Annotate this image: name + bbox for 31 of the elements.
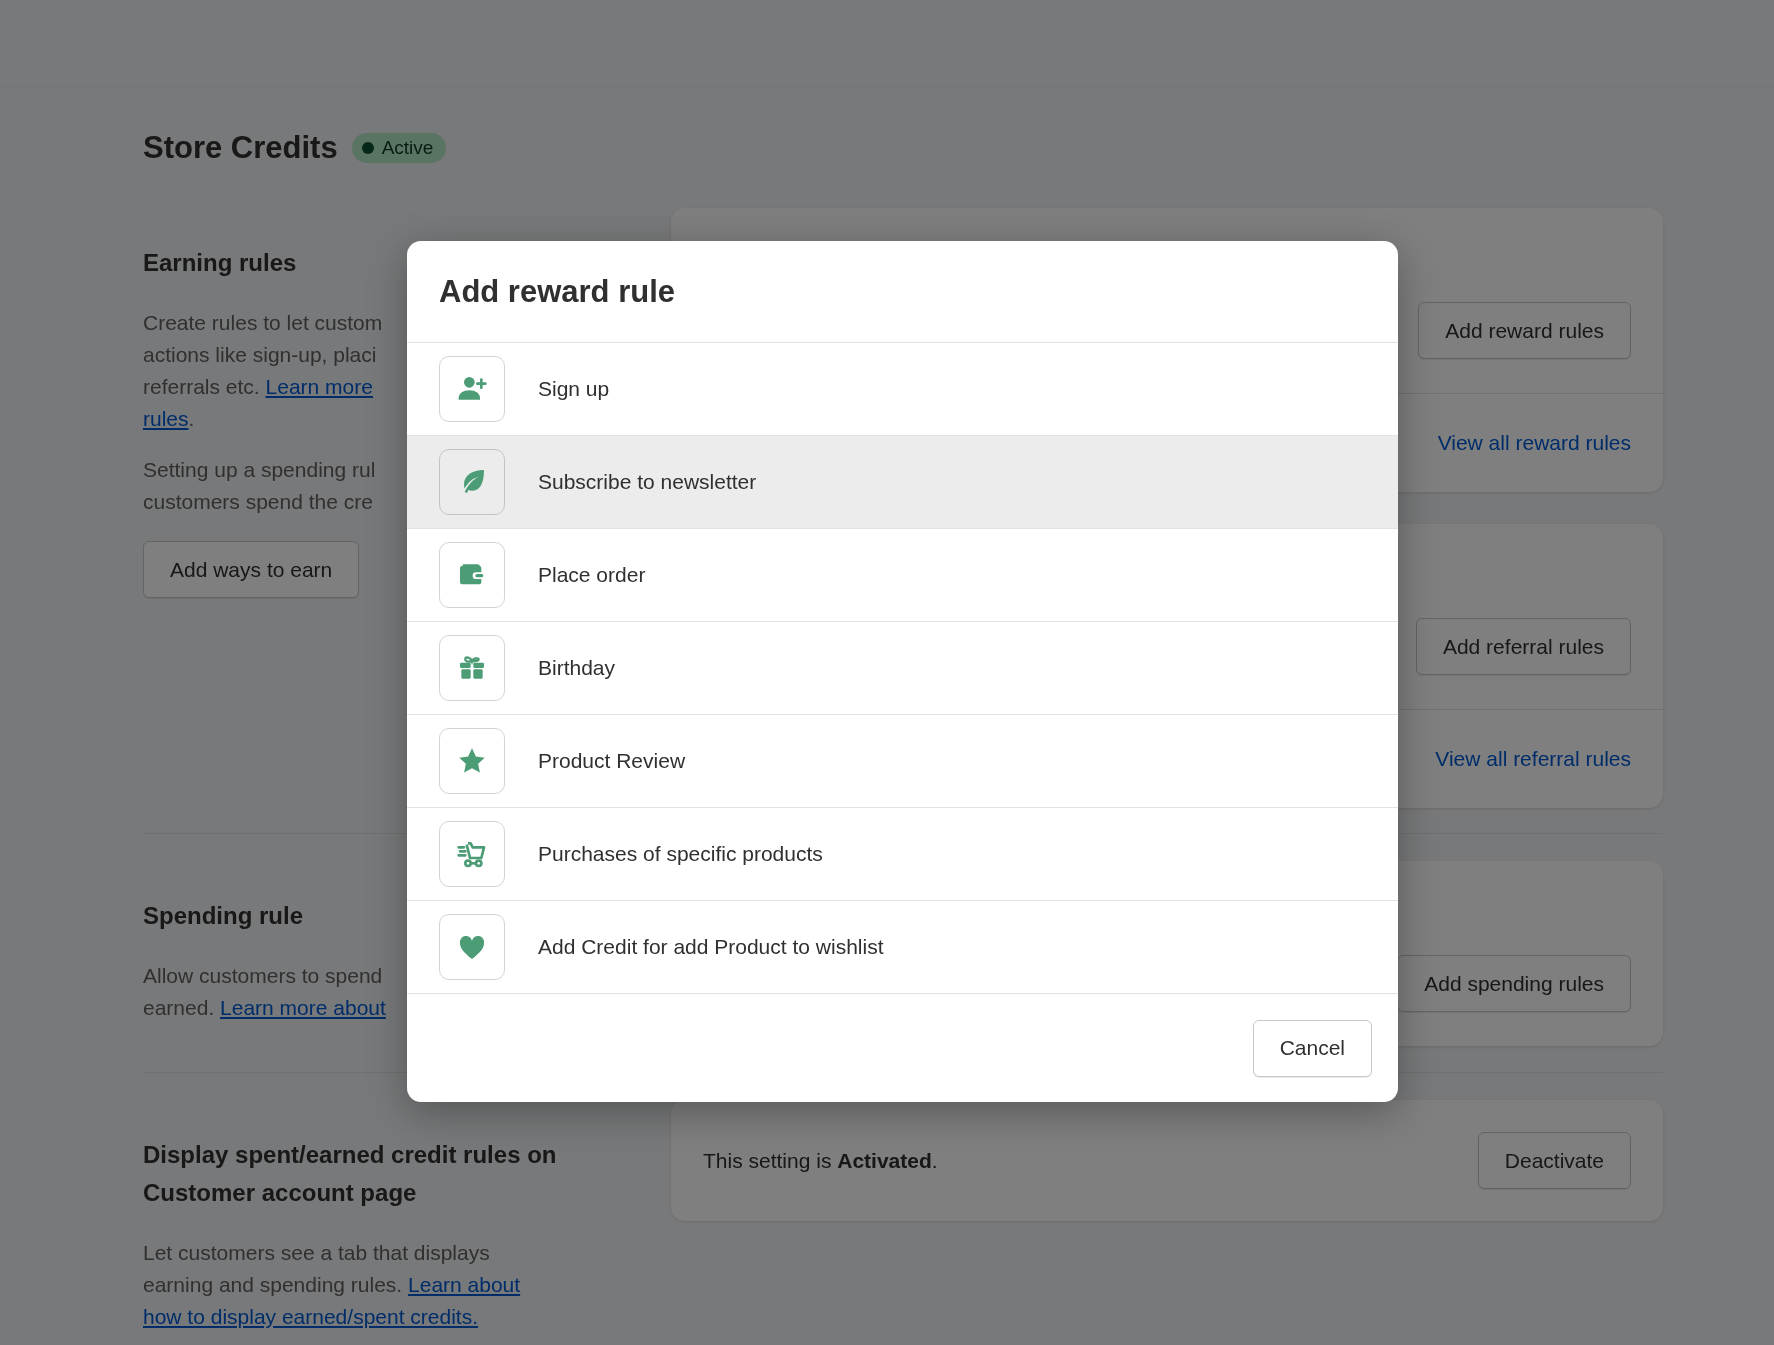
rule-option[interactable]: Place order bbox=[407, 529, 1398, 622]
page-title: Store Credits bbox=[143, 129, 338, 166]
section-description: Let customers see a tab that displays earning and spending rules. Learn about how to display earned/spent credits. bbox=[143, 1240, 521, 1330]
modal-title: Add reward rule bbox=[439, 273, 675, 310]
section-description: Allow customers to spend earned. Learn more about bbox=[143, 963, 386, 1021]
section-description: Create rules to let custom actions like sign-up, placi referrals etc. Learn more rules. bbox=[143, 310, 383, 432]
add-rules-button[interactable]: Add spending rules bbox=[1397, 955, 1631, 1012]
rule-option[interactable]: Purchases of specific products bbox=[407, 808, 1398, 901]
add-rules-button[interactable]: Add reward rules bbox=[1418, 302, 1631, 359]
rule-option[interactable]: Product Review bbox=[407, 715, 1398, 808]
rule-option[interactable]: Birthday bbox=[407, 622, 1398, 715]
section-heading: Spending rule bbox=[143, 901, 303, 931]
status-badge: Active bbox=[351, 132, 447, 163]
rule-option[interactable]: Add Credit for add Product to wishlist bbox=[407, 901, 1398, 994]
learn-more-link[interactable]: Learn more about bbox=[220, 996, 386, 1019]
learn-more-link[interactable]: rules bbox=[143, 407, 189, 430]
rule-option[interactable]: Sign up bbox=[407, 343, 1398, 436]
learn-more-link[interactable]: Learn about bbox=[408, 1273, 521, 1296]
deactivate-button[interactable]: Deactivate bbox=[1477, 1132, 1631, 1189]
section-heading: Display spent/earned credit rules on Customer account page bbox=[143, 1140, 558, 1208]
learn-more-link[interactable]: Learn more bbox=[265, 375, 373, 398]
cancel-button[interactable]: Cancel bbox=[1252, 1019, 1372, 1077]
section-heading: Earning rules bbox=[143, 248, 297, 278]
add-rules-button[interactable]: Add referral rules bbox=[1415, 618, 1631, 675]
setting-status-text: This setting is Activated. bbox=[703, 1148, 938, 1173]
section-description: Setting up a spending rul customers spend the cre bbox=[143, 457, 376, 515]
view-all-link[interactable]: View all reward rules bbox=[1437, 431, 1631, 455]
rule-option[interactable]: Subscribe to newsletter bbox=[407, 436, 1398, 529]
learn-more-link[interactable]: how to display earned/spent credits. bbox=[143, 1305, 479, 1328]
add-ways-button[interactable]: Add ways to earn bbox=[143, 541, 360, 598]
view-all-link[interactable]: View all referral rules bbox=[1435, 747, 1631, 771]
